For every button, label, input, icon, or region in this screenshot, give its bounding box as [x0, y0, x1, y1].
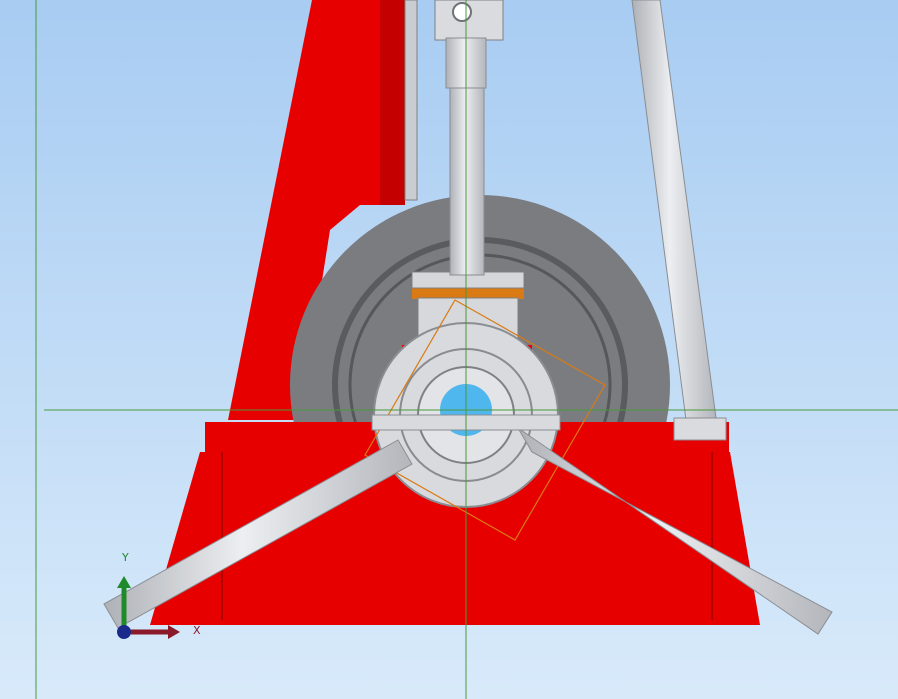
triad-y-label: Y [121, 551, 129, 564]
cad-3d-viewport[interactable]: Y X [0, 0, 898, 699]
cad-scene[interactable]: Y X [0, 0, 898, 699]
frame-column-shade [380, 0, 405, 205]
strut-foot[interactable] [673, 417, 727, 441]
triad-origin [117, 625, 131, 639]
column-bracket[interactable] [404, 0, 418, 201]
triad-x-label: X [193, 624, 201, 637]
connecting-rod[interactable] [449, 79, 485, 276]
rod-pin[interactable] [452, 2, 472, 22]
